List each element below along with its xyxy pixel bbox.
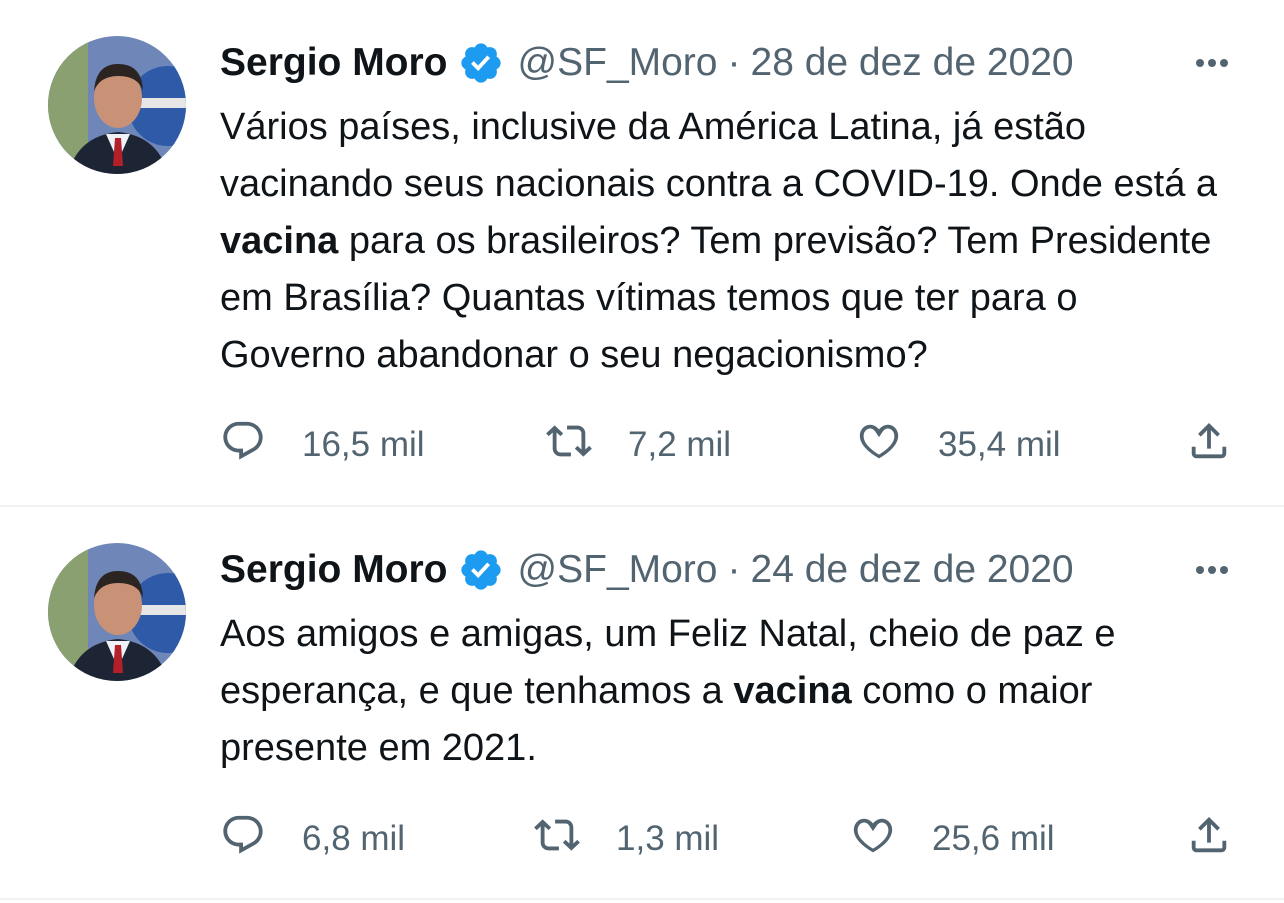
more-options-icon[interactable] [1192, 550, 1232, 590]
tweet-actions: 16,5 mil 7,2 mil 35,4 mil [220, 420, 1240, 470]
tweet-header: Sergio Moro @SF_Moro · 28 de dez de 2020 [220, 38, 1074, 88]
reply-icon [220, 812, 266, 867]
like-button[interactable]: 25,6 mil [850, 814, 1055, 864]
tweet-text-part: Vários países, inclusive da América Lati… [220, 106, 1218, 205]
avatar[interactable] [48, 36, 186, 174]
share-icon [1186, 812, 1232, 867]
author-handle[interactable]: @SF_Moro [518, 548, 718, 592]
verified-badge-icon [458, 547, 504, 593]
reply-button[interactable]: 16,5 mil [220, 420, 425, 470]
retweet-button[interactable]: 1,3 mil [534, 814, 719, 864]
tweet-actions: 6,8 mil 1,3 mil 25,6 mil [220, 814, 1240, 864]
retweet-icon [534, 812, 580, 867]
separator-dot: · [727, 548, 741, 591]
like-icon [856, 418, 902, 473]
tweet-divider [0, 898, 1284, 900]
tweet-header: Sergio Moro @SF_Moro · 24 de dez de 2020 [220, 545, 1074, 595]
tweet-date[interactable]: 24 de dez de 2020 [751, 548, 1074, 592]
author-name[interactable]: Sergio Moro [220, 41, 448, 85]
like-count: 25,6 mil [932, 819, 1055, 858]
retweet-count: 1,3 mil [616, 819, 720, 858]
tweet-date[interactable]: 28 de dez de 2020 [751, 41, 1074, 85]
more-options-icon[interactable] [1192, 43, 1232, 83]
retweet-button[interactable]: 7,2 mil [546, 420, 731, 470]
retweet-count: 7,2 mil [628, 425, 732, 464]
share-button[interactable] [1186, 420, 1232, 470]
share-button[interactable] [1186, 814, 1232, 864]
highlighted-word: vacina [733, 670, 852, 712]
like-button[interactable]: 35,4 mil [856, 420, 1061, 470]
verified-badge-icon [458, 40, 504, 86]
reply-count: 16,5 mil [302, 425, 425, 464]
avatar[interactable] [48, 543, 186, 681]
tweet-text: Vários países, inclusive da América Lati… [220, 99, 1230, 384]
separator-dot: · [727, 41, 741, 84]
reply-count: 6,8 mil [302, 819, 406, 858]
tweet[interactable]: Sergio Moro @SF_Moro · 24 de dez de 2020… [0, 507, 1284, 903]
reply-icon [220, 418, 266, 473]
author-name[interactable]: Sergio Moro [220, 548, 448, 592]
tweet[interactable]: Sergio Moro @SF_Moro · 28 de dez de 2020… [0, 0, 1284, 507]
reply-button[interactable]: 6,8 mil [220, 814, 405, 864]
author-handle[interactable]: @SF_Moro [518, 41, 718, 85]
tweet-text-part: para os brasileiros? Tem previsão? Tem P… [220, 220, 1212, 376]
share-icon [1186, 418, 1232, 473]
like-count: 35,4 mil [938, 425, 1061, 464]
tweet-text: Aos amigos e amigas, um Feliz Natal, che… [220, 606, 1230, 777]
like-icon [850, 812, 896, 867]
retweet-icon [546, 418, 592, 473]
highlighted-word: vacina [220, 220, 339, 262]
